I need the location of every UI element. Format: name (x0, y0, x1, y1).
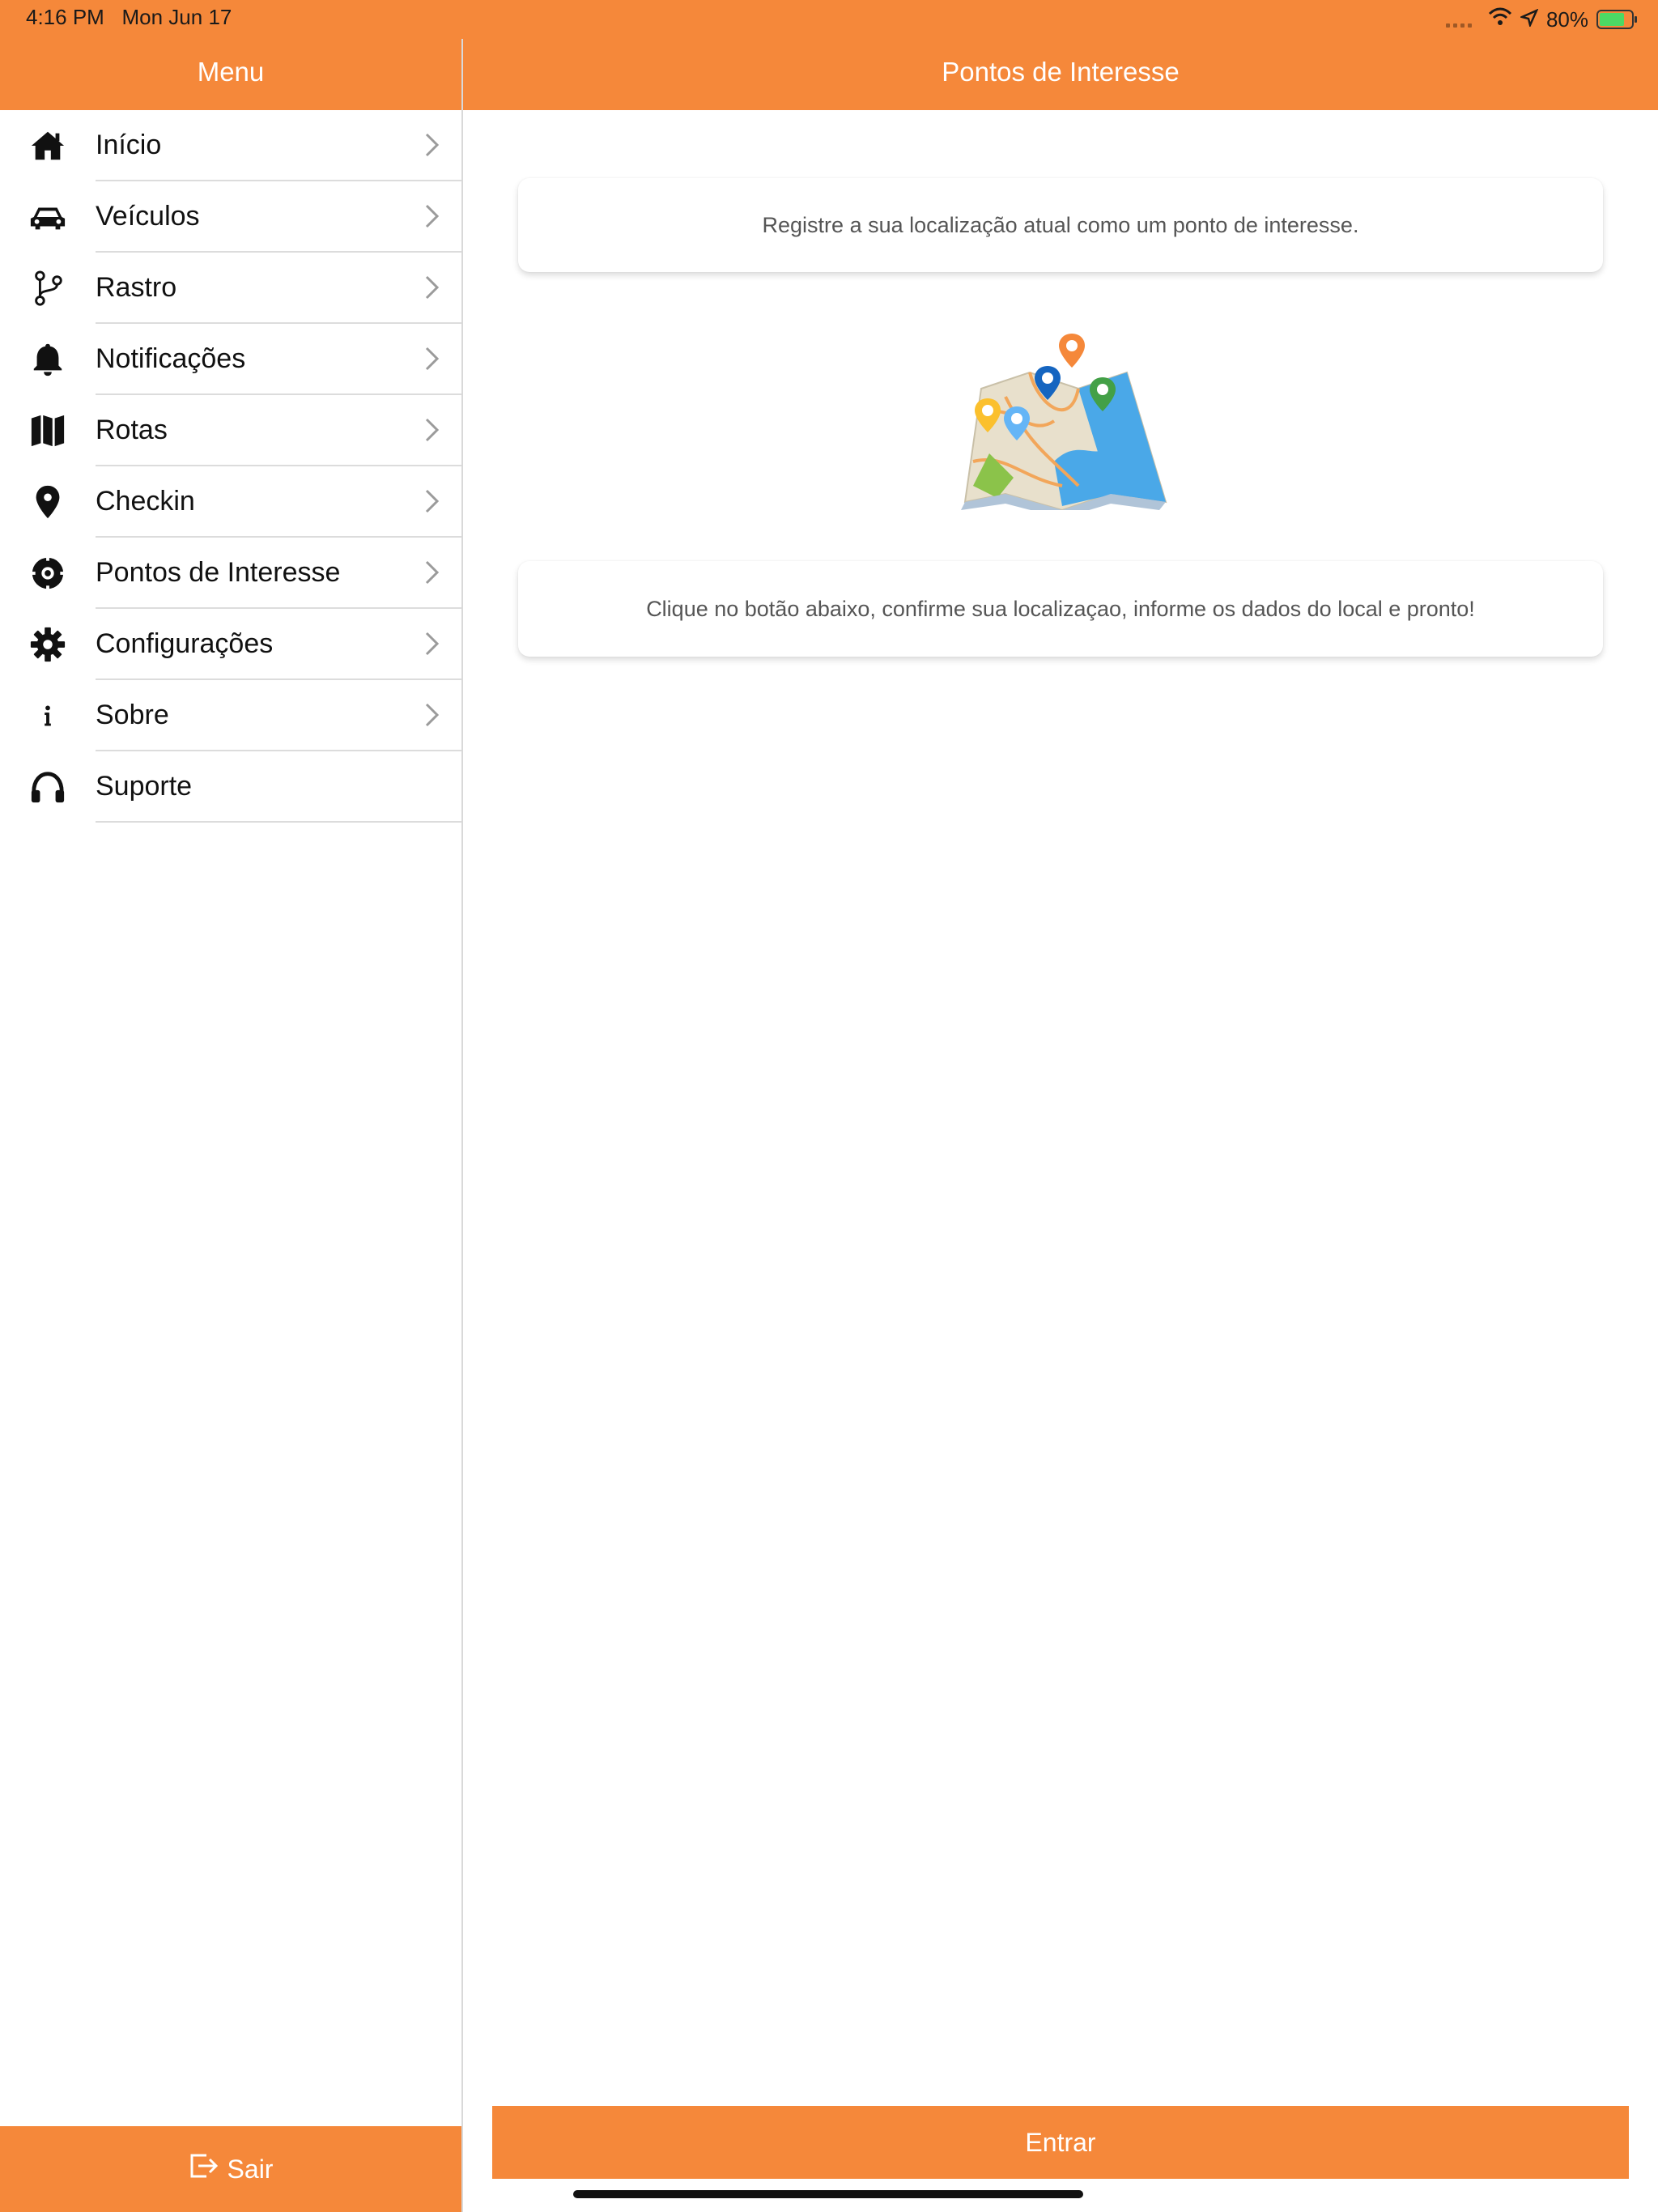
sidebar-item-label: Configurações (96, 627, 274, 659)
branch-icon (0, 253, 96, 324)
sidebar-item-label-wrap: Rotas (96, 395, 461, 466)
info-card-instructions: Clique no botão abaixo, confirme sua loc… (518, 561, 1603, 657)
sidebar-item-rotas[interactable]: Rotas (0, 395, 461, 466)
info-card-text: Registre a sua localização atual como um… (762, 212, 1359, 237)
sidebar-item-label: Pontos de Interesse (96, 556, 341, 588)
wifi-icon (1488, 7, 1512, 32)
sidebar-item-label: Checkin (96, 485, 195, 517)
menu-list: Início Veículos Rastro Notificações Rota… (0, 110, 461, 823)
sidebar-item-label-wrap: Rastro (96, 253, 461, 324)
sidebar-item-veiculos[interactable]: Veículos (0, 181, 461, 253)
sidebar-item-label-wrap: Suporte (96, 751, 461, 823)
location-arrow-icon (1519, 7, 1539, 32)
chevron-right-icon (424, 702, 461, 728)
sidebar: Menu Início Veículos Rastro Notificações… (0, 0, 463, 2212)
target-icon (0, 538, 96, 609)
chevron-right-icon (424, 132, 461, 158)
status-date-text: Mon Jun 17 (121, 5, 232, 29)
battery-icon (1596, 10, 1637, 29)
chevron-right-icon (424, 203, 461, 229)
sidebar-item-label-wrap: Checkin (96, 466, 461, 538)
sidebar-item-label-wrap: Sobre (96, 680, 461, 751)
chevron-right-icon (424, 274, 461, 300)
sidebar-item-rastro[interactable]: Rastro (0, 253, 461, 324)
page-title: Pontos de Interesse (942, 57, 1180, 87)
chevron-right-icon (424, 631, 461, 657)
logout-icon (189, 2152, 219, 2186)
status-indicators: 80% (1445, 5, 1637, 34)
map-icon (0, 395, 96, 466)
sidebar-item-label: Suporte (96, 770, 193, 802)
sidebar-item-label: Veículos (96, 200, 200, 232)
status-bar: 4:16 PM Mon Jun 17 80% (0, 0, 1658, 39)
sidebar-item-label-wrap: Configurações (96, 609, 461, 680)
chevron-right-icon (424, 559, 461, 585)
sidebar-item-label: Sobre (96, 699, 169, 730)
logout-label: Sair (227, 2154, 274, 2184)
sidebar-item-suporte[interactable]: Suporte (0, 751, 461, 823)
headphones-icon (0, 751, 96, 823)
sidebar-item-label-wrap: Notificações (96, 324, 461, 395)
sidebar-title: Menu (197, 57, 265, 87)
sidebar-item-configuracoes[interactable]: Configurações (0, 609, 461, 680)
car-icon (0, 181, 96, 253)
info-card-register: Registre a sua localização atual como um… (518, 178, 1603, 272)
sidebar-item-label-wrap: Início (96, 110, 461, 181)
battery-percentage: 80% (1545, 6, 1588, 32)
enter-button[interactable]: Entrar (492, 2106, 1629, 2179)
gear-icon (0, 609, 96, 680)
sidebar-item-pontos-de-interesse[interactable]: Pontos de Interesse (0, 538, 461, 609)
sidebar-item-label: Rastro (96, 271, 177, 303)
map-pins-illustration (957, 324, 1175, 518)
map-pin-icon (0, 466, 96, 538)
bell-icon (0, 324, 96, 395)
info-icon (0, 680, 96, 751)
sidebar-item-label-wrap: Pontos de Interesse (96, 538, 461, 609)
chevron-right-icon (424, 488, 461, 514)
sidebar-item-sobre[interactable]: Sobre (0, 680, 461, 751)
info-card-text: Clique no botão abaixo, confirme sua loc… (646, 596, 1475, 621)
sidebar-item-label-wrap: Veículos (96, 181, 461, 253)
status-time-text: 4:16 PM (26, 5, 104, 29)
sidebar-item-notificacoes[interactable]: Notificações (0, 324, 461, 395)
chevron-right-icon (424, 346, 461, 372)
chevron-right-icon (424, 417, 461, 443)
sidebar-item-inicio[interactable]: Início (0, 110, 461, 181)
sidebar-item-label: Início (96, 129, 162, 160)
sidebar-item-label: Rotas (96, 414, 168, 445)
logout-button[interactable]: Sair (0, 2126, 461, 2212)
sidebar-item-checkin[interactable]: Checkin (0, 466, 461, 538)
app-root: Menu Início Veículos Rastro Notificações… (0, 0, 1658, 2212)
main-panel: Pontos de Interesse Registre a sua local… (463, 0, 1658, 2212)
home-icon (0, 110, 96, 181)
sidebar-item-label: Notificações (96, 342, 246, 374)
home-indicator[interactable] (573, 2190, 1083, 2198)
status-time: 4:16 PM Mon Jun 17 (26, 5, 232, 30)
cellular-signal-icon (1445, 11, 1472, 28)
